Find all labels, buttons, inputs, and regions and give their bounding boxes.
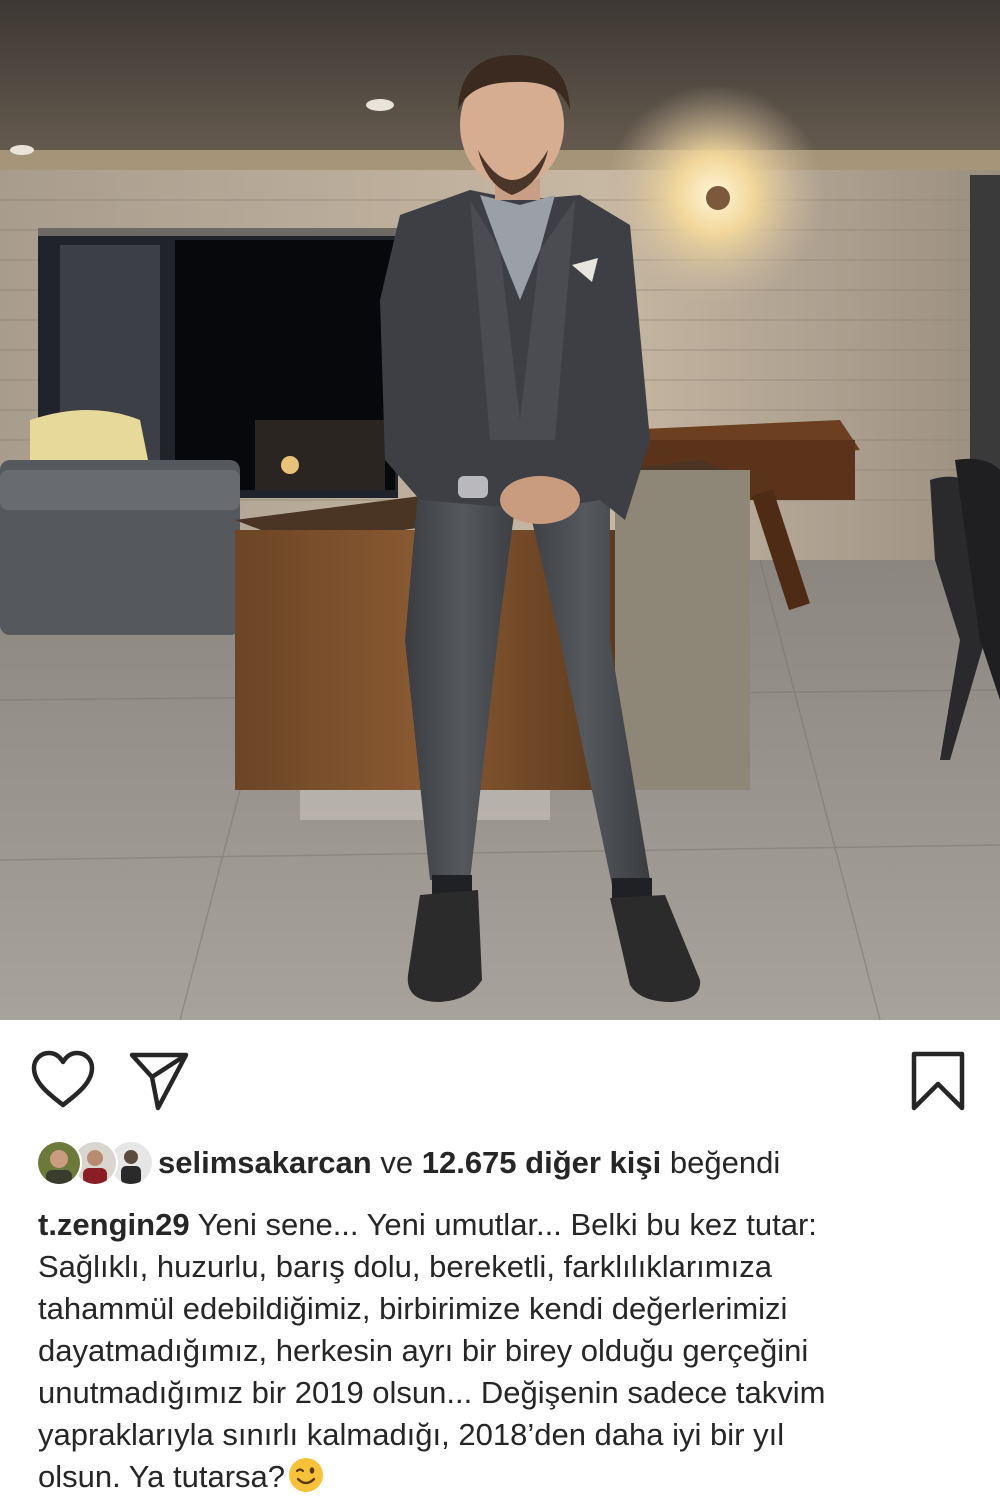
post-caption: t.zengin29 Yeni sene... Yeni umutlar... … [38,1204,978,1498]
caption-line: Sağlıklı, huzurlu, barış dolu, bereketli… [38,1249,772,1284]
post-action-bar [0,1020,1000,1135]
caption-text: olsun. Ya tutarsa? [38,1459,286,1494]
like-button[interactable] [30,1050,96,1110]
liker-username[interactable]: selimsakarcan [158,1145,372,1181]
caption-line: dayatmadığımız, herkesin ayrı bir birey … [38,1333,809,1368]
likes-suffix: beğendi [669,1145,781,1180]
caption-line: yapraklarıyla sınırlı kalmadığı, 2018’de… [38,1417,785,1452]
save-button[interactable] [908,1050,968,1112]
post-photo-image [0,0,1000,1020]
caption-line: tahammül edebildiğimiz, birbirimize kend… [38,1291,788,1326]
liker-avatars[interactable] [36,1140,154,1186]
share-button[interactable] [128,1050,190,1112]
likes-summary[interactable]: selimsakarcan ve 12.675 diğer kişi beğen… [36,1135,780,1191]
bookmark-outline-icon [911,1051,965,1111]
caption-text: Yeni sene... Yeni umutlar... Belki bu ke… [197,1207,817,1242]
caption-line: olsun. Ya tutarsa? [38,1456,978,1498]
caption-username[interactable]: t.zengin29 [38,1207,190,1242]
likes-connector: ve [380,1145,414,1180]
avatar[interactable] [36,1140,82,1186]
likes-count[interactable]: 12.675 diğer kişi [422,1145,662,1181]
paper-plane-icon [129,1052,189,1111]
caption-line: t.zengin29 Yeni sene... Yeni umutlar... … [38,1204,978,1246]
heart-outline-icon [31,1050,95,1108]
winking-face-emoji [287,1456,325,1494]
post-photo[interactable] [0,0,1000,1020]
caption-line: unutmadığımız bir 2019 olsun... Değişeni… [38,1375,826,1410]
